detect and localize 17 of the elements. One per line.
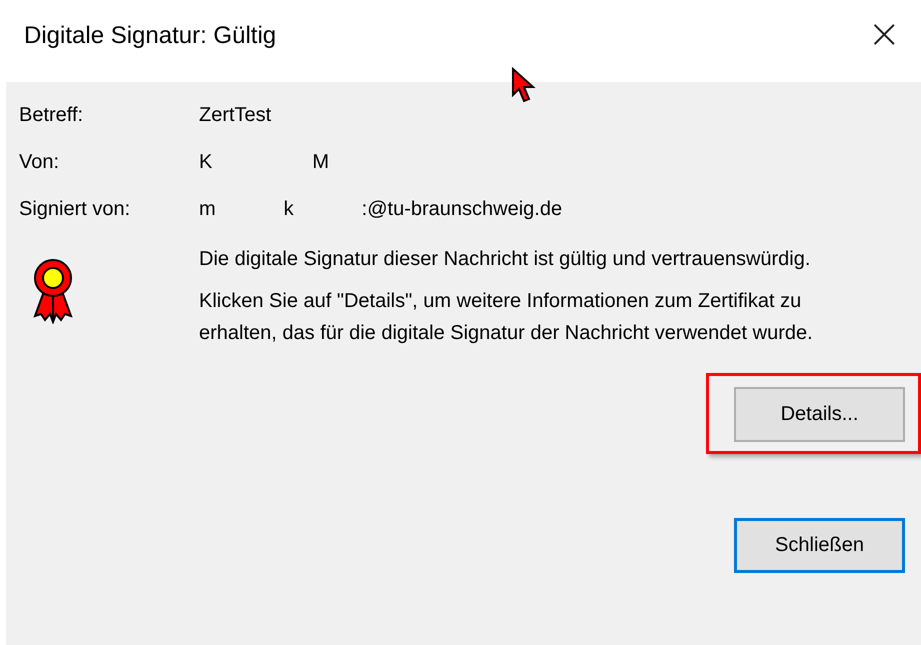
field-label: Signiert von: <box>19 198 132 222</box>
close-dialog-button[interactable]: Schließen <box>734 518 905 573</box>
field-label: Von: <box>19 151 60 175</box>
message-text: Klicken Sie auf "Details", um weitere Informationen zum Zertifikat zu erhalten, das für die digitale Signatur der Nachricht verwendet wurde. <box>199 289 814 346</box>
field-value: M <box>312 151 330 175</box>
field-value: K <box>199 151 212 175</box>
details-button[interactable]: Details... <box>734 387 905 442</box>
window-title: Digitale Signatur: Gültig <box>24 22 276 50</box>
field-value: k <box>284 198 294 222</box>
field-value: m <box>199 198 216 222</box>
cursor-icon <box>511 67 537 105</box>
field-label: Betreff: <box>19 104 84 128</box>
ribbon-award-icon <box>33 256 73 324</box>
message-text: Die digitale Signatur dieser Nachricht ist gültig und vertrauenswürdig. <box>199 247 812 272</box>
field-value: ZertTest <box>199 104 272 128</box>
close-button[interactable]: × <box>861 14 907 54</box>
field-value: :@tu-braunschweig.de <box>362 198 562 222</box>
